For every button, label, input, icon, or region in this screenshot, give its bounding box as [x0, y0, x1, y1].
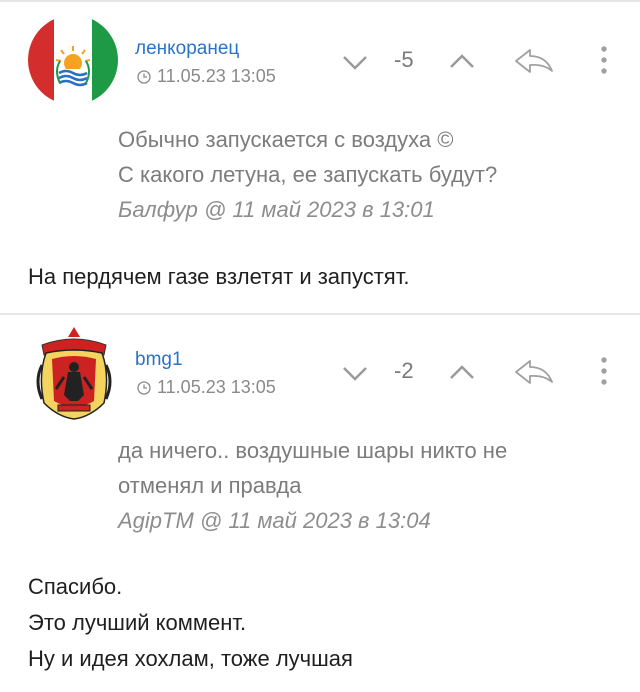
body-line: Спасибо.	[28, 574, 123, 599]
score: -5	[394, 47, 414, 72]
quote-block: да ничего.. воздушные шары никто не отме…	[118, 433, 618, 538]
comment-body: На пердячем газе взлетят и запустят.	[28, 259, 618, 295]
quote-attribution: Балфур @ 11 май 2023 в 13:01	[118, 192, 618, 227]
body-line: Ну и идея хохлам, тоже лучшая	[28, 646, 353, 671]
avatar[interactable]	[28, 15, 118, 105]
avatar[interactable]	[28, 325, 120, 421]
comment-body: Спасибо. Это лучший коммент. Ну и идея х…	[28, 569, 618, 677]
more-options-icon[interactable]	[600, 356, 608, 386]
comment-item: bmg1 11.05.23 13:05 -2 да ничего.. возду…	[0, 315, 640, 692]
more-options-icon[interactable]	[600, 45, 608, 75]
clock-icon	[137, 69, 151, 84]
flag-emblem-icon	[28, 15, 118, 105]
reply-arrow-icon[interactable]	[512, 47, 556, 75]
body-line: На пердячем газе взлетят и запустят.	[28, 264, 410, 289]
username[interactable]: ленкоранец	[135, 38, 239, 60]
quote-line: отменял и правда	[118, 473, 302, 498]
timestamp: 11.05.23 13:05	[137, 377, 276, 398]
downvote-chevron-icon[interactable]	[341, 52, 369, 72]
upvote-chevron-icon[interactable]	[448, 52, 476, 72]
upvote-chevron-icon[interactable]	[448, 363, 476, 383]
comment-item: ленкоранец 11.05.23 13:05 -5 Обычно запу…	[0, 0, 640, 312]
quote-line: С какого летуна, ее запускать будут?	[118, 162, 498, 187]
reply-arrow-icon[interactable]	[512, 358, 556, 386]
timestamp-text: 11.05.23 13:05	[157, 66, 276, 86]
quote-line: Обычно запускается с воздуха ©	[118, 127, 454, 152]
score: -2	[394, 358, 414, 383]
timestamp-text: 11.05.23 13:05	[157, 377, 276, 397]
quote-author[interactable]: Балфур	[118, 197, 198, 222]
quote-author[interactable]: AgipTM	[118, 508, 194, 533]
body-line: Это лучший коммент.	[28, 610, 247, 635]
quote-block: Обычно запускается с воздуха © С какого …	[118, 122, 618, 227]
timestamp: 11.05.23 13:05	[137, 66, 276, 87]
coat-of-arms-icon	[28, 325, 120, 421]
clock-icon	[137, 380, 151, 395]
downvote-chevron-icon[interactable]	[341, 363, 369, 383]
quote-attribution: AgipTM @ 11 май 2023 в 13:04	[118, 503, 618, 538]
quote-date: @ 11 май 2023 в 13:04	[199, 508, 431, 533]
quote-date: @ 11 май 2023 в 13:01	[203, 197, 435, 222]
username[interactable]: bmg1	[135, 349, 183, 371]
quote-line: да ничего.. воздушные шары никто не	[118, 438, 508, 463]
